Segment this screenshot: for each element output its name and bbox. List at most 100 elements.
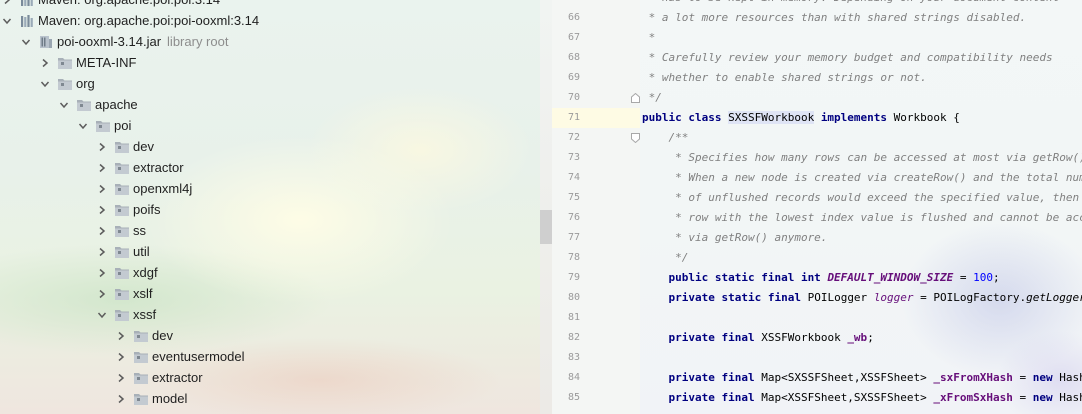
- chevron-right-icon[interactable]: [95, 283, 109, 304]
- line-number: 70: [568, 92, 581, 103]
- chevron-right-icon[interactable]: [95, 220, 109, 241]
- chevron-down-icon[interactable]: [76, 115, 90, 136]
- library-icon: [19, 0, 35, 7]
- code-token: * Specifies how many rows can be accesse…: [642, 151, 1082, 164]
- fold-marker-icon[interactable]: [631, 133, 640, 143]
- package-icon: [114, 245, 130, 259]
- tree-node-maven-org-apache-poi-poi-ooxml-3-14[interactable]: Maven: org.apache.poi:poi-ooxml:3.14: [0, 10, 540, 31]
- chevron-right-icon[interactable]: [95, 178, 109, 199]
- tree-node-label: xdgf: [133, 265, 158, 280]
- code-token: HashMap<XSSFSheet,SXSSFSheet>();: [1059, 391, 1082, 404]
- code-token: * Carefully review your memory budget an…: [642, 51, 1053, 64]
- chevron-right-icon[interactable]: [114, 388, 128, 409]
- tree-node-xslf[interactable]: xslf: [0, 283, 540, 304]
- line-number: 67: [568, 32, 581, 43]
- chevron-right-icon[interactable]: [95, 262, 109, 283]
- package-icon: [133, 350, 149, 364]
- code-line: * via getRow() anymore.: [642, 228, 827, 248]
- tree-node-poi[interactable]: poi: [0, 115, 540, 136]
- chevron-down-icon[interactable]: [38, 73, 52, 94]
- package-icon: [57, 77, 73, 91]
- chevron-down-icon[interactable]: [114, 409, 128, 414]
- tree-node-poifs[interactable]: poifs: [0, 199, 540, 220]
- tree-node-apache[interactable]: apache: [0, 94, 540, 115]
- code-token: * row with the lowest index value is flu…: [642, 211, 1082, 224]
- tree-scrollbar-thumb[interactable]: [540, 210, 552, 244]
- chevron-down-icon[interactable]: [95, 304, 109, 325]
- package-icon: [114, 140, 130, 154]
- code-editor[interactable]: * has to be kept in memory. Depending on…: [640, 0, 1082, 414]
- line-number: 75: [568, 192, 581, 203]
- tree-node-dev[interactable]: dev: [0, 136, 540, 157]
- code-line: * has to be kept in memory. Depending on…: [642, 0, 1060, 8]
- tree-node-xdgf[interactable]: xdgf: [0, 262, 540, 283]
- chevron-right-icon[interactable]: [114, 346, 128, 367]
- tree-node-dev[interactable]: dev: [0, 325, 540, 346]
- chevron-down-icon[interactable]: [19, 31, 33, 52]
- tree-node-label: poi: [114, 118, 132, 133]
- chevron-right-icon[interactable]: [38, 52, 52, 73]
- tree-node-extractor[interactable]: extractor: [0, 157, 540, 178]
- tree-node-ss[interactable]: ss: [0, 220, 540, 241]
- code-token: getLogger: [1026, 291, 1082, 304]
- code-line: * Specifies how many rows can be accesse…: [642, 148, 1082, 168]
- tree-node-meta-inf[interactable]: META-INF: [0, 52, 540, 73]
- code-token: 100: [973, 271, 994, 284]
- chevron-right-icon[interactable]: [114, 367, 128, 388]
- code-token: * via getRow() anymore.: [642, 231, 828, 244]
- code-token: public static final int: [642, 271, 828, 284]
- tree-node-openxml4j[interactable]: openxml4j: [0, 178, 540, 199]
- tree-node-label: apache: [95, 97, 138, 112]
- chevron-right-icon[interactable]: [95, 157, 109, 178]
- code-line: * a lot more resources than with shared …: [642, 8, 1027, 28]
- line-number: 69: [568, 72, 581, 83]
- chevron-right-icon[interactable]: [95, 241, 109, 262]
- line-number: 82: [568, 332, 581, 343]
- chevron-down-icon[interactable]: [0, 10, 14, 31]
- code-token: *: [642, 31, 656, 44]
- tree-node-xssf[interactable]: xssf: [0, 304, 540, 325]
- chevron-down-icon[interactable]: [57, 94, 71, 115]
- code-line: * Carefully review your memory budget an…: [642, 48, 1053, 68]
- code-token: = POILogFactory.: [913, 291, 1027, 304]
- code-line: *: [642, 28, 656, 48]
- tree-node-label: META-INF: [76, 55, 137, 70]
- chevron-right-icon[interactable]: [114, 325, 128, 346]
- fold-marker-icon[interactable]: [631, 93, 640, 103]
- code-line: */: [642, 88, 662, 108]
- code-token: * a lot more resources than with shared …: [642, 11, 1027, 24]
- code-token: * whether to enable shared strings or no…: [642, 71, 927, 84]
- chevron-right-icon[interactable]: [95, 199, 109, 220]
- tree-node-org[interactable]: org: [0, 73, 540, 94]
- tree-node-label: org: [76, 76, 95, 91]
- code-token: DEFAULT_WINDOW_SIZE: [827, 271, 954, 284]
- tree-node-model[interactable]: model: [0, 388, 540, 409]
- line-number: 68: [568, 52, 581, 63]
- tree-node-extractor[interactable]: extractor: [0, 367, 540, 388]
- tree-node-poi-ooxml-3-14-jar[interactable]: poi-ooxml-3.14.jar library root: [0, 31, 540, 52]
- line-number: 73: [568, 152, 581, 163]
- code-token: public class: [642, 111, 729, 124]
- tree-node-label: model: [152, 391, 188, 406]
- code-token: Workbook {: [887, 111, 960, 124]
- code-line: * When a new node is created via createR…: [642, 168, 1082, 188]
- chevron-right-icon[interactable]: [0, 0, 14, 10]
- panel-splitter[interactable]: [540, 0, 552, 414]
- package-icon: [114, 203, 130, 217]
- tree-node-eventusermodel[interactable]: eventusermodel: [0, 346, 540, 367]
- chevron-right-icon[interactable]: [95, 136, 109, 157]
- tree-node-util[interactable]: util: [0, 241, 540, 262]
- line-number: 66: [568, 12, 581, 23]
- tree-node-label: xslf: [133, 286, 153, 301]
- code-token: ;: [993, 271, 1000, 284]
- tree-node-streaming[interactable]: streaming: [0, 409, 540, 414]
- code-token: private final: [642, 331, 762, 344]
- tree-node-maven-org-apache-poi-poi-3-14[interactable]: Maven: org.apache.poi:poi:3.14: [0, 0, 540, 10]
- code-line: private static final POILogger logger = …: [642, 288, 1082, 308]
- tree-node-label: util: [133, 244, 150, 259]
- code-line: */: [642, 248, 688, 268]
- code-token: /**: [642, 131, 689, 144]
- line-number: 79: [568, 272, 581, 283]
- tree-node-label: Maven: org.apache.poi:poi:3.14: [38, 0, 220, 10]
- code-line: public class SXSSFWorkbook implements Wo…: [642, 108, 960, 128]
